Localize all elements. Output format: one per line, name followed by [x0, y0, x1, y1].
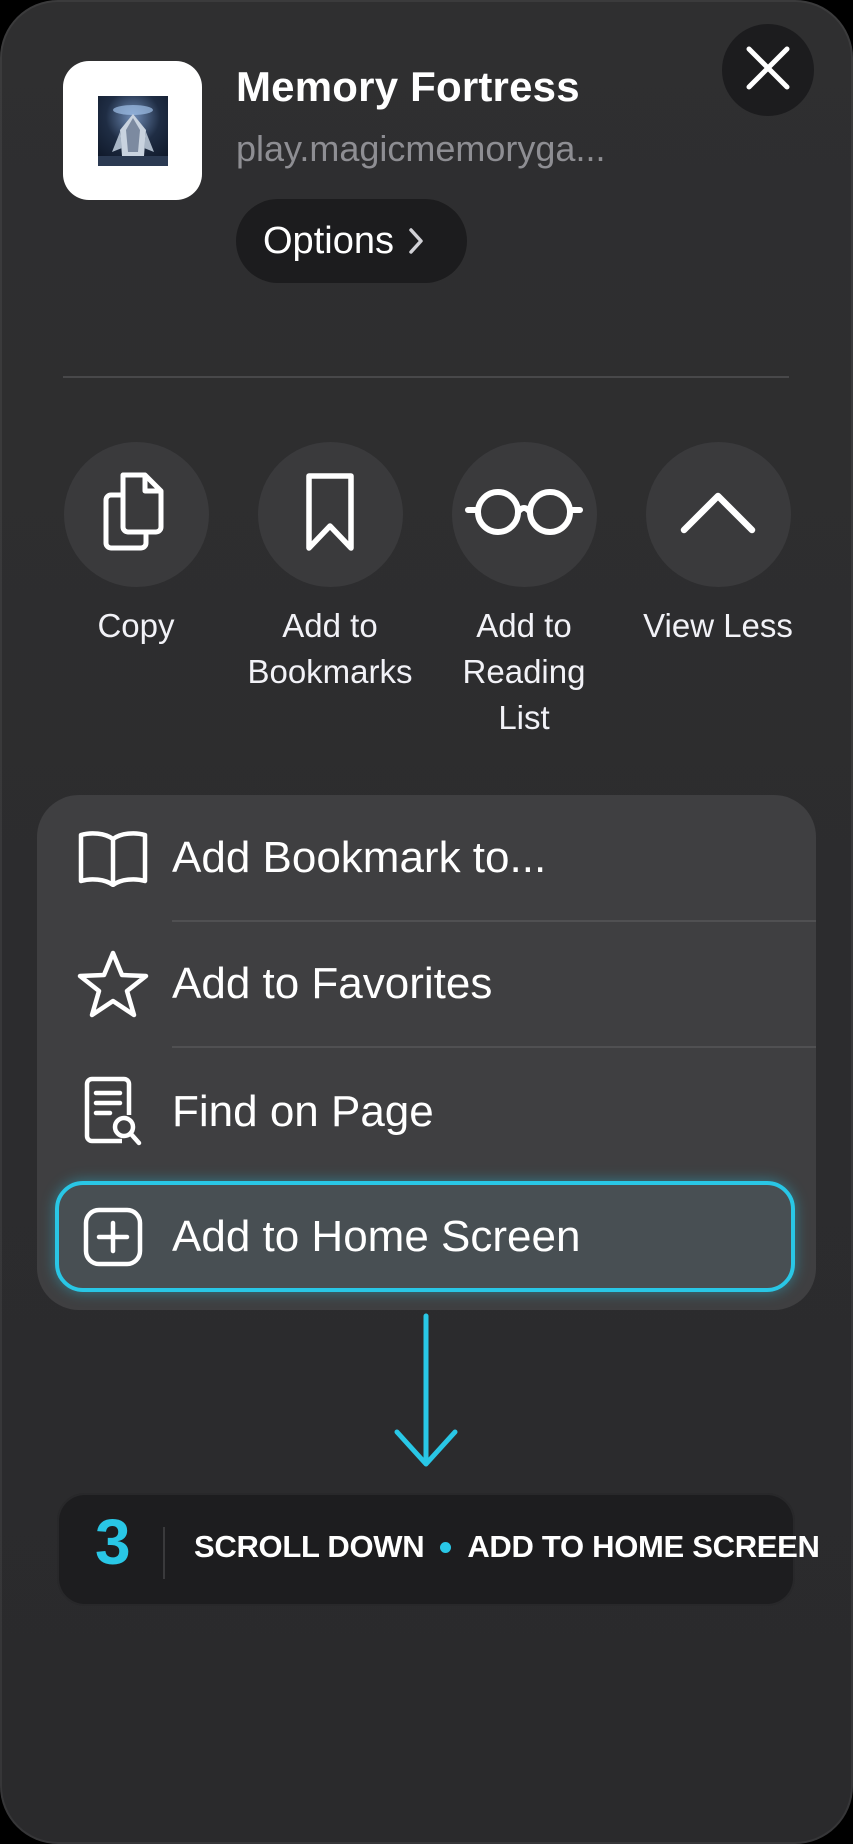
add-to-bookmarks-action[interactable]: Add to Bookmarks	[240, 442, 420, 695]
add-to-reading-list-action[interactable]: Add to Reading List	[434, 442, 614, 741]
add-to-reading-list-label: Add to Reading List	[462, 607, 586, 736]
step-text-add-to-home-screen: ADD TO HOME SCREEN	[467, 1529, 820, 1564]
chevron-right-icon	[408, 227, 424, 255]
menu-item-label: Find on Page	[172, 1087, 434, 1136]
add-to-bookmarks-label: Add to Bookmarks	[247, 607, 413, 690]
menu-item-label: Add to Home Screen	[172, 1212, 581, 1261]
menu-item-add-to-home-screen[interactable]: Add to Home Screen	[37, 1174, 816, 1300]
header-divider	[63, 376, 789, 378]
bullet-dot-icon	[440, 1541, 452, 1553]
actions-menu: Add Bookmark to... Add to Favorites Find…	[37, 795, 816, 1310]
app-title: Memory Fortress	[236, 63, 580, 110]
step-instruction-banner: 3 SCROLL DOWN ADD TO HOME SCREEN	[57, 1493, 820, 1606]
step-text-scroll-down: SCROLL DOWN	[194, 1529, 425, 1564]
app-icon-artwork	[97, 95, 168, 166]
view-less-action[interactable]: View Less	[628, 442, 808, 649]
copy-action-circle[interactable]	[63, 442, 209, 587]
step-number: 3	[95, 1506, 131, 1578]
menu-item-find-on-page[interactable]: Find on Page	[37, 1049, 816, 1175]
options-button[interactable]: Options	[236, 199, 467, 283]
step-divider	[163, 1527, 165, 1579]
view-less-circle[interactable]	[645, 442, 791, 587]
copy-action[interactable]: Copy	[46, 442, 226, 649]
menu-item-add-to-favorites[interactable]: Add to Favorites	[37, 921, 816, 1047]
view-less-label: View Less	[643, 607, 793, 644]
close-button[interactable]	[722, 24, 814, 116]
arrow-down-icon	[389, 1312, 463, 1472]
menu-item-add-bookmark-to[interactable]: Add Bookmark to...	[37, 795, 816, 921]
find-on-page-icon	[75, 1074, 151, 1150]
options-label: Options	[263, 219, 394, 262]
app-url: play.magicmemoryga...	[236, 128, 606, 169]
step-text: SCROLL DOWN ADD TO HOME SCREEN	[194, 1529, 820, 1565]
share-sheet: Memory Fortress play.magicmemoryga... Op…	[0, 0, 853, 1844]
app-icon	[63, 61, 202, 200]
open-book-icon	[75, 820, 151, 896]
chevron-up-icon	[678, 488, 758, 541]
add-square-icon	[75, 1199, 151, 1275]
menu-item-label: Add Bookmark to...	[172, 833, 547, 882]
close-icon	[745, 45, 791, 96]
copy-label: Copy	[97, 607, 175, 644]
star-icon	[75, 946, 151, 1022]
menu-item-label: Add to Favorites	[172, 959, 493, 1008]
menu-separator	[172, 1046, 816, 1048]
reading-list-glasses-icon	[464, 484, 584, 545]
add-to-reading-list-circle[interactable]	[451, 442, 597, 587]
copy-icon	[101, 471, 171, 558]
add-to-bookmarks-circle[interactable]	[257, 442, 403, 587]
bookmark-icon	[303, 470, 357, 559]
